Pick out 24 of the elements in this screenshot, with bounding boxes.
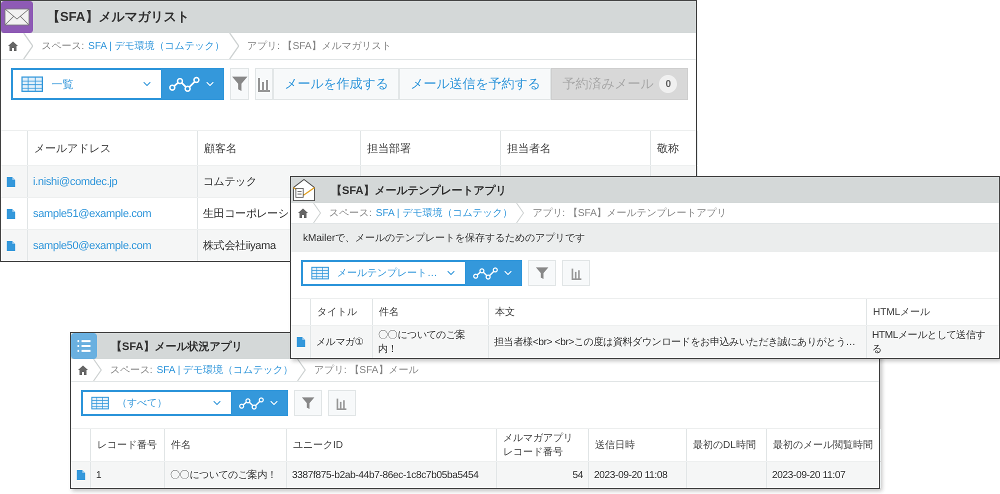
- breadcrumb-current: アプリ: 【SFA】メールテンプレートアプリ: [532, 206, 727, 220]
- table-cell-text: 〇〇についてのご案内！: [378, 328, 466, 356]
- table-cell-text: メルマガ①: [316, 336, 364, 349]
- table-cell-text: 担当者様<br> <br>この度は資料ダウンロードをお申込みいただき誠にありがとう…: [494, 336, 856, 349]
- table-cell: 1: [96, 470, 102, 480]
- table-cell-text: 株式会社iiyama: [203, 239, 276, 253]
- window-title: 【SFA】メルマガリスト: [47, 8, 190, 26]
- window-title: 【SFA】メールテンプレートアプリ: [331, 184, 506, 198]
- breadcrumb-label: スペース:: [41, 40, 84, 53]
- breadcrumb-label: スペース:: [329, 207, 372, 220]
- breadcrumb-label: スペース:: [110, 364, 153, 377]
- table-cell-text: コムテック: [203, 175, 257, 189]
- app-description: kMailerで、メールのテンプレートを保存するためのアプリです: [291, 224, 999, 252]
- table-cell-text: HTMLメールとして送信する: [872, 329, 986, 356]
- table-cell: 3387f875-b2ab-44b7-86ec-1c8c7b05ba5454: [292, 470, 479, 480]
- table-cell: 2023-09-20 11:08: [594, 470, 668, 480]
- breadcrumb-current: アプリ: 【SFA】メルマガリスト: [247, 40, 392, 53]
- table-cell-text: 生田コーポレーシ: [203, 207, 289, 221]
- window-title: 【SFA】メール状況アプリ: [111, 340, 242, 354]
- table-cell-text: 〇〇についてのご案内！: [170, 468, 277, 482]
- breadcrumb-current: アプリ: 【SFA】メール: [314, 364, 418, 377]
- count-badge: 0: [659, 75, 678, 93]
- table-cell: 2023-09-20 11:07: [772, 470, 846, 480]
- table-cell: 54: [572, 470, 583, 480]
